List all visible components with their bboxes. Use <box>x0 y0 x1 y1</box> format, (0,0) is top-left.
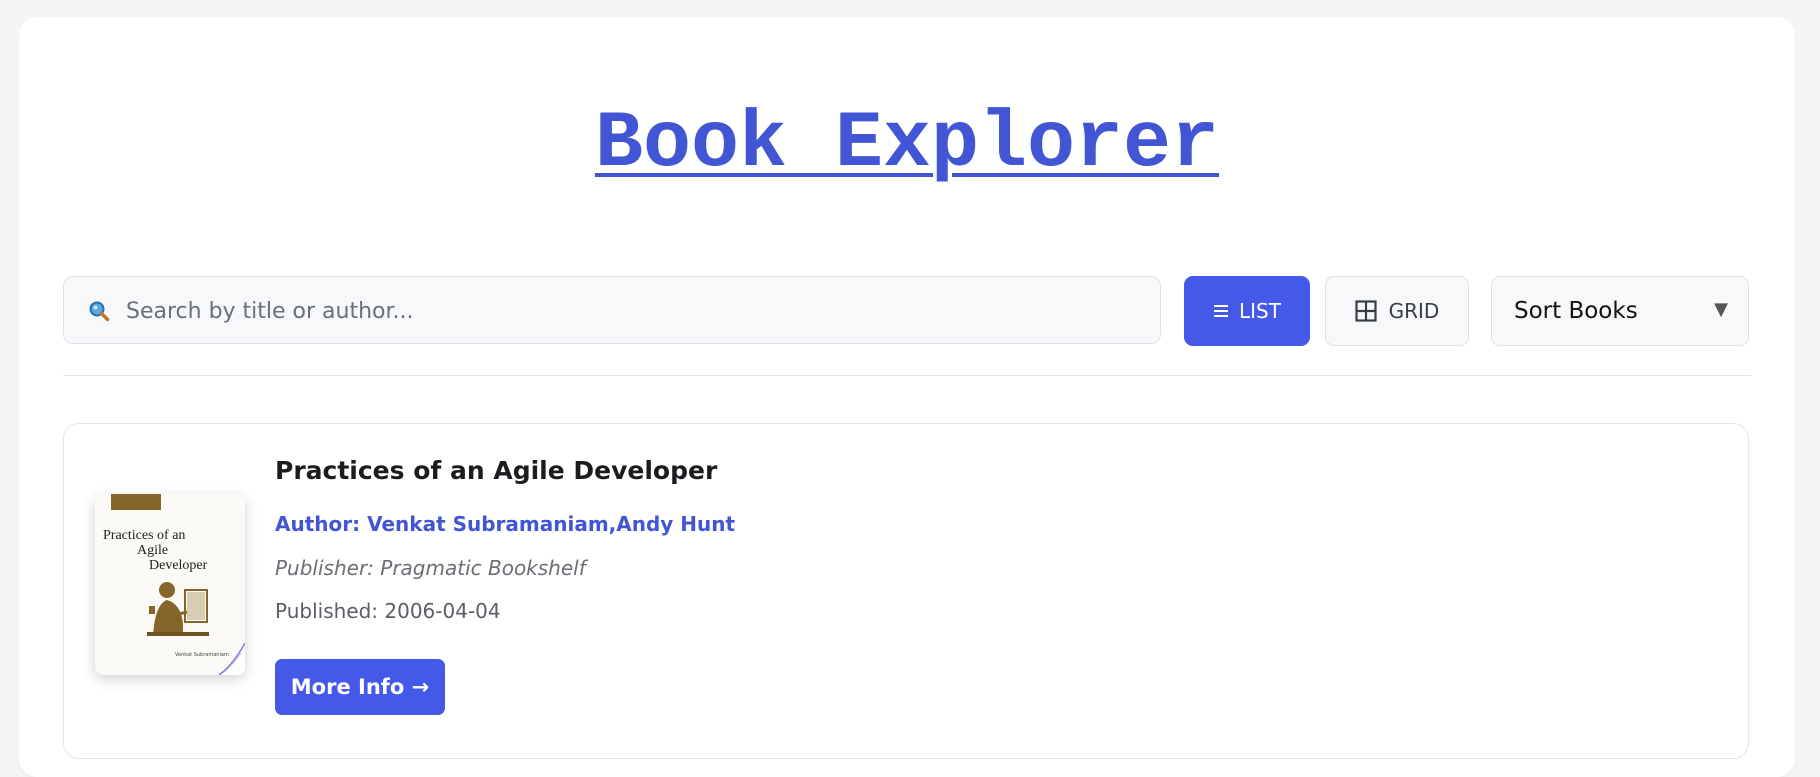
sort-selected-value: Sort Books <box>1514 298 1638 324</box>
more-info-button[interactable]: More Info → <box>275 659 445 715</box>
caret-down-icon: ▼ <box>1714 299 1728 320</box>
divider <box>63 375 1751 376</box>
page-title[interactable]: Book Explorer <box>19 95 1795 195</box>
sort-select[interactable]: Sort Books ▼ <box>1491 276 1749 346</box>
cover-title-line-1: Practices of an <box>103 528 186 543</box>
list-view-button[interactable]: LIST <box>1184 276 1310 346</box>
book-author: Author: Venkat Subramaniam,Andy Hunt <box>275 512 736 536</box>
book-cover[interactable]: Practices of an Agile Developer Venkat S… <box>95 494 245 675</box>
search-input[interactable] <box>124 287 1138 335</box>
book-card: Practices of an Agile Developer Venkat S… <box>63 423 1749 759</box>
search-box[interactable] <box>63 276 1161 344</box>
cover-title-line-3: Developer <box>149 558 208 573</box>
grid-icon <box>1355 300 1377 322</box>
list-icon <box>1214 305 1229 317</box>
grid-view-label: GRID <box>1388 299 1440 323</box>
cover-title: Practices of an Agile Developer <box>103 528 233 573</box>
toolbar: LIST GRID Sort Books ▼ <box>63 276 1751 346</box>
page-curl-icon <box>218 642 245 675</box>
grid-view-button[interactable]: GRID <box>1325 276 1469 346</box>
cover-title-line-2: Agile <box>137 543 169 558</box>
book-published-date: Published: 2006-04-04 <box>275 599 501 623</box>
page-card: Book Explorer LIST GRID <box>19 17 1795 777</box>
more-info-label: More Info → <box>290 675 430 699</box>
search-icon <box>89 301 110 322</box>
cover-illustration <box>147 582 209 636</box>
book-title[interactable]: Practices of an Agile Developer <box>275 456 717 485</box>
cover-publisher-tab <box>111 494 161 510</box>
book-publisher: Publisher: Pragmatic Bookshelf <box>275 556 586 580</box>
list-view-label: LIST <box>1239 299 1281 323</box>
